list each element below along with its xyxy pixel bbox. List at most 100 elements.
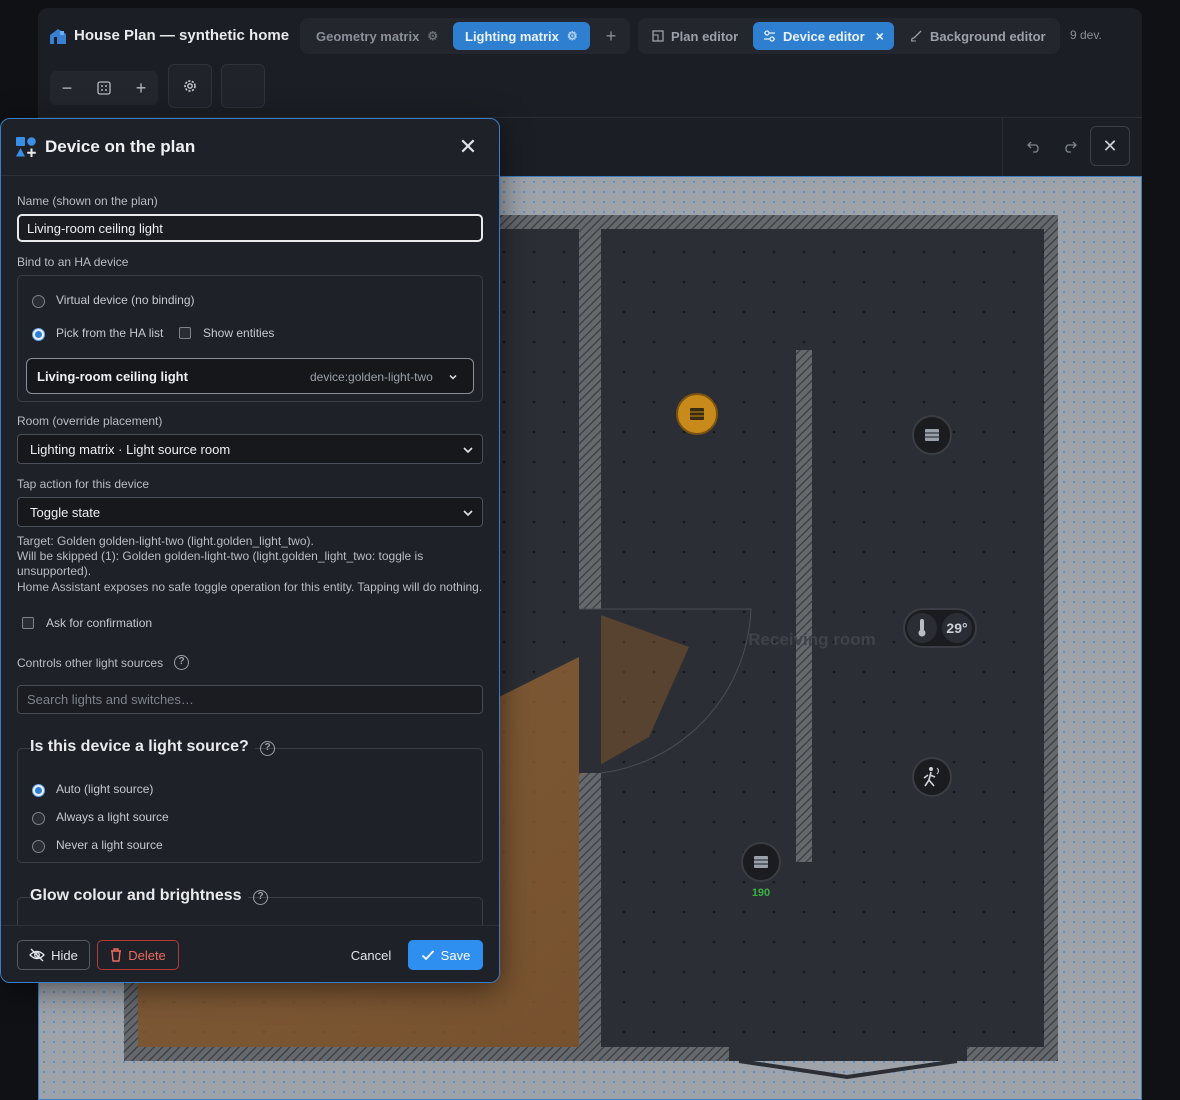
fit-icon: [97, 81, 111, 95]
editor-mode-switch: Plan editor Device editor × Background e…: [638, 18, 1060, 54]
room-select[interactable]: Lighting matrix · Light source room: [17, 434, 483, 464]
help-icon[interactable]: ?: [260, 741, 275, 756]
device-count: 9 dev.: [1070, 28, 1102, 42]
mode-label: Plan editor: [671, 28, 739, 44]
empty-tool-button[interactable]: [221, 64, 265, 108]
thermometer-device[interactable]: 29°: [903, 608, 977, 648]
binding-box: Virtual device (no binding) Pick from th…: [17, 275, 483, 402]
mode-background-editor[interactable]: Background editor: [900, 22, 1056, 50]
save-label: Save: [440, 947, 471, 963]
tab-label: Lighting matrix: [465, 28, 559, 44]
delete-button[interactable]: Delete: [97, 940, 179, 970]
chevron-down-icon: [449, 374, 457, 380]
target-line: Target: Golden golden-light-two (light.g…: [17, 534, 314, 548]
zoom-in-button[interactable]: +: [124, 71, 158, 105]
tap-action-value: Toggle state: [30, 504, 101, 520]
mode-label: Background editor: [930, 28, 1046, 44]
inner-wall: [796, 350, 812, 862]
tab-geometry-matrix[interactable]: Geometry matrix ⚙: [304, 22, 450, 50]
skipped-line: Will be skipped (1): Golden golden-light…: [17, 549, 424, 578]
close-icon: ✕: [458, 134, 478, 159]
thermo-value: 29°: [946, 620, 967, 636]
radio-label: Always a light source: [56, 810, 169, 824]
eye-off-icon: [29, 948, 46, 962]
trash-icon: [111, 948, 122, 962]
name-input[interactable]: [17, 214, 483, 242]
zoom-out-button[interactable]: −: [50, 71, 84, 105]
hide-button[interactable]: Hide: [17, 940, 90, 970]
undo-icon: [1027, 141, 1039, 153]
light-source-fieldset: Auto (light source) Always a light sourc…: [17, 748, 483, 863]
mode-device-editor[interactable]: Device editor ×: [753, 22, 894, 50]
radio-pick-ha-list[interactable]: [32, 328, 45, 341]
room-label: Room (override placement): [17, 414, 163, 428]
check-icon: [421, 950, 434, 961]
radio-label: Pick from the HA list: [56, 326, 164, 340]
delete-label: Delete: [128, 947, 166, 963]
undo-button[interactable]: [1016, 126, 1052, 166]
close-dialog-button[interactable]: ✕: [455, 134, 481, 160]
add-tab-button[interactable]: +: [600, 26, 622, 46]
search-placeholder: Search lights and switches…: [27, 692, 194, 707]
controls-label: Controls other light sources: [17, 656, 164, 670]
save-button[interactable]: Save: [408, 940, 483, 970]
mode-label: Device editor: [783, 28, 865, 44]
gear-icon: [184, 80, 196, 92]
brush-icon: [911, 30, 922, 42]
radio-never-light-source[interactable]: [32, 840, 45, 853]
radio-always-light-source[interactable]: [32, 812, 45, 825]
mode-plan-editor[interactable]: Plan editor: [642, 22, 748, 50]
window-opening: [729, 1047, 967, 1061]
ha-device-select[interactable]: Living-room ceiling light device:golden-…: [26, 358, 474, 394]
help-icon[interactable]: ?: [174, 655, 189, 670]
close-editor-button[interactable]: ✕: [1090, 126, 1130, 166]
zoom-toolbar: − +: [38, 64, 1142, 118]
ask-confirmation-label: Ask for confirmation: [46, 616, 153, 630]
light-device-active[interactable]: [676, 393, 718, 435]
tap-action-select[interactable]: Toggle state: [17, 497, 483, 527]
sliders-icon: [764, 30, 775, 42]
show-entities-checkbox[interactable]: [179, 327, 191, 339]
name-label: Name (shown on the plan): [17, 194, 158, 208]
dialog-header: Device on the plan ✕: [1, 119, 499, 176]
radio-label: Never a light source: [56, 838, 163, 852]
glow-title: Glow colour and brightness: [30, 887, 248, 905]
plan-icon: [652, 30, 664, 42]
ask-confirmation-checkbox[interactable]: [22, 617, 34, 629]
radio-label: Auto (light source): [56, 782, 154, 796]
app-title: House Plan — synthetic home: [74, 27, 290, 44]
show-entities-label: Show entities: [203, 326, 275, 340]
top-bar: House Plan — synthetic home Geometry mat…: [38, 8, 1142, 64]
radio-auto-light-source[interactable]: [32, 784, 45, 797]
chevron-down-icon: [463, 510, 473, 517]
cancel-button[interactable]: Cancel: [341, 940, 401, 970]
redo-button[interactable]: [1052, 126, 1088, 166]
chevron-down-icon: [463, 447, 473, 454]
device-name: Living-room ceiling light: [37, 369, 188, 384]
redo-icon: [1065, 141, 1077, 153]
close-icon: ✕: [1102, 135, 1118, 156]
tab-lighting-matrix[interactable]: Lighting matrix ⚙: [453, 22, 590, 50]
cancel-label: Cancel: [350, 947, 392, 963]
light-source-title: Is this device a light source?: [30, 738, 255, 756]
close-icon[interactable]: ×: [876, 28, 884, 44]
room-label: Receiving room: [748, 630, 876, 649]
tap-action-label: Tap action for this device: [17, 477, 150, 491]
light-device[interactable]: [912, 415, 952, 455]
tab-label: Geometry matrix: [316, 28, 420, 44]
toolbar-divider: [1002, 118, 1003, 176]
plan-tabs: Geometry matrix ⚙ Lighting matrix ⚙ +: [300, 18, 630, 54]
radio-virtual-device[interactable]: [32, 295, 45, 308]
settings-button[interactable]: [168, 64, 212, 108]
help-icon[interactable]: ?: [253, 890, 268, 905]
dialog-body[interactable]: Name (shown on the plan) Bind to an HA d…: [1, 177, 499, 925]
device-dialog: Device on the plan ✕ Name (shown on the …: [0, 118, 500, 983]
house-plan-icon: [50, 29, 66, 44]
light-search-input[interactable]: Search lights and switches…: [17, 685, 483, 714]
gear-icon[interactable]: ⚙: [427, 29, 438, 43]
zoom-fit-button[interactable]: [87, 71, 121, 105]
motion-sensor-device[interactable]: [912, 757, 952, 797]
gear-icon[interactable]: ⚙: [567, 29, 578, 43]
door-opening: [579, 609, 601, 773]
shapes-icon: [16, 137, 36, 157]
